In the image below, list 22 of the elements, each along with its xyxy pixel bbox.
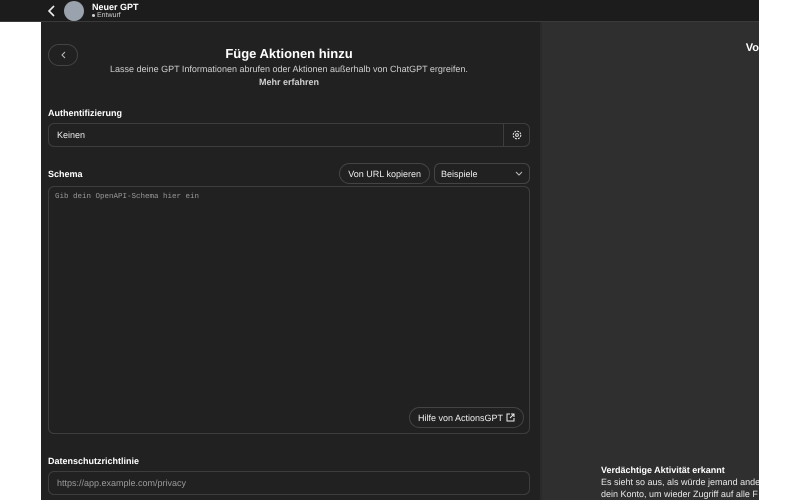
page-title: Füge Aktionen hinzu xyxy=(225,46,353,61)
authentication-value: Keinen xyxy=(56,130,86,140)
alert-text: dein Konto, um wieder Zugriff auf alle F xyxy=(601,488,759,500)
authentication-field[interactable]: Keinen xyxy=(48,123,530,147)
field-label: Schema xyxy=(48,168,84,178)
preview-title: Vo xyxy=(746,42,759,54)
alert-title: Verdächtige Aktivität erkannt xyxy=(601,464,726,476)
gpt-name: Neuer GPT xyxy=(92,2,139,12)
learn-more-link[interactable]: Mehr erfahren xyxy=(258,77,320,87)
chevron-down-icon xyxy=(515,171,523,176)
back-icon[interactable] xyxy=(48,4,56,16)
external-link-icon xyxy=(506,413,515,422)
privacy-url-field[interactable]: https://app.example.com/privacy xyxy=(48,471,530,495)
field-label: Authentifizierung xyxy=(48,108,123,118)
help-button[interactable]: Hilfe von ActionsGPT xyxy=(408,407,524,428)
page-subtitle: Lasse deine GPT Informationen abrufen oder Aktionen außerhalb von ChatGPT ergreifen. xyxy=(110,64,468,74)
field-label: Datenschutzrichtlinie xyxy=(48,456,140,466)
examples-dropdown[interactable]: Beispiele xyxy=(434,163,530,184)
status-dot-icon xyxy=(92,14,95,16)
chevron-left-icon xyxy=(60,51,66,59)
import-url-button[interactable]: Von URL kopieren xyxy=(339,163,430,184)
avatar xyxy=(64,0,84,20)
